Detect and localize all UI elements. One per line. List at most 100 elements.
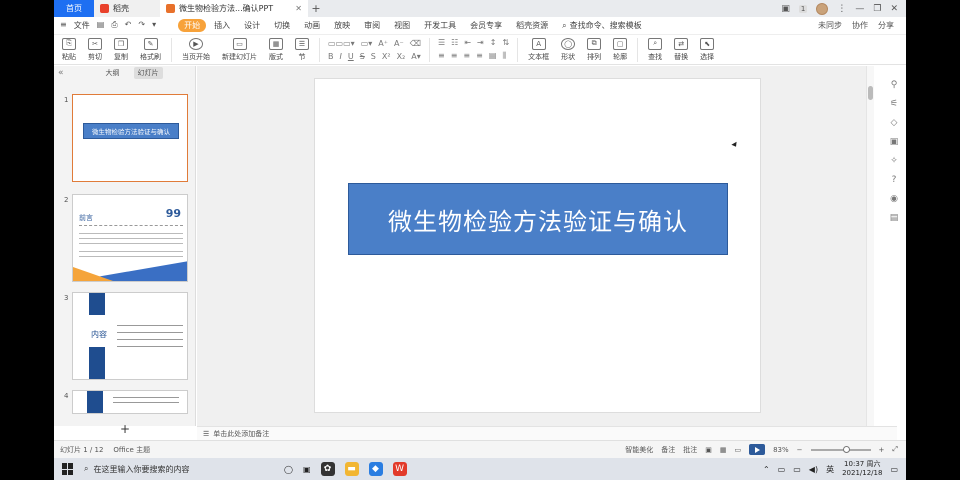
current-slide[interactable]: 微生物检验方法验证与确认 xyxy=(314,78,761,413)
bullet-list-icon[interactable]: ☰ xyxy=(438,38,445,47)
align-right-icon[interactable]: ≡ xyxy=(463,51,470,61)
dropdown-icon[interactable]: ▾ xyxy=(152,20,156,31)
slide-preview-3[interactable]: 内容 xyxy=(72,292,188,380)
indent-decrease-icon[interactable]: ⇤ xyxy=(464,38,471,47)
find-button[interactable]: ⌕ 查找 xyxy=(646,36,664,64)
menu-animations[interactable]: 动画 xyxy=(298,19,326,32)
layout-button[interactable]: ▦ 版式 xyxy=(267,36,285,64)
help-icon[interactable]: ? xyxy=(892,175,897,185)
increase-font-icon[interactable]: A⁺ xyxy=(378,39,388,48)
command-search[interactable]: ⌕ 查找命令、搜索模板 xyxy=(562,20,641,31)
restore-icon[interactable]: ❐ xyxy=(873,4,881,14)
menu-view[interactable]: 视图 xyxy=(388,19,416,32)
hamburger-icon[interactable]: ≡ xyxy=(60,20,67,31)
wps-office-icon[interactable]: W xyxy=(392,462,407,476)
save-icon[interactable]: ▤ xyxy=(97,20,105,31)
app-icon-generic[interactable]: ✿ xyxy=(320,462,335,476)
slide-preview-2[interactable]: 前言 99 xyxy=(72,194,188,282)
cut-button[interactable]: ✂ 剪切 xyxy=(86,36,104,64)
arrange-button[interactable]: ⧉ 排列 xyxy=(585,36,603,64)
superscript-icon[interactable]: X² xyxy=(382,52,391,61)
notes-bar[interactable]: ☰ 单击此处添加备注 xyxy=(197,426,897,440)
new-tab-button[interactable]: + xyxy=(308,0,324,17)
paste-button[interactable]: ⎘ 粘贴 xyxy=(60,36,78,64)
windows-start-icon[interactable] xyxy=(62,463,74,475)
slide-preview-4[interactable] xyxy=(72,390,188,414)
tab-slides[interactable]: 幻灯片 xyxy=(133,67,163,79)
zoom-level[interactable]: 83% xyxy=(773,446,789,454)
print-icon[interactable]: ⎙ xyxy=(111,20,117,31)
app-icon-blue[interactable]: ◆ xyxy=(368,462,383,476)
slide-preview-1[interactable]: 微生物检验方法验证与确认 xyxy=(72,94,188,182)
copy-button[interactable]: ❐ 复制 xyxy=(112,36,130,64)
slides-icon[interactable]: ▣ xyxy=(890,137,899,147)
slideshow-play-button[interactable] xyxy=(749,444,766,455)
comments-button[interactable]: 批注 xyxy=(683,445,697,455)
fit-window-icon[interactable]: ⤢ xyxy=(892,445,898,454)
minimize-icon[interactable]: — xyxy=(855,4,864,14)
tab-outline[interactable]: 大纲 xyxy=(102,67,124,79)
slide-editing-canvas[interactable]: 微生物检验方法验证与确认 xyxy=(197,66,874,426)
notification-center-icon[interactable]: ▭ xyxy=(890,465,898,474)
decrease-font-icon[interactable]: A⁻ xyxy=(394,39,404,48)
collaborate-button[interactable]: 协作 xyxy=(852,20,868,31)
menu-daoke-resources[interactable]: 稻壳资源 xyxy=(510,19,554,32)
text-direction-icon[interactable]: ⇅ xyxy=(502,38,509,47)
menu-home[interactable]: 开始 xyxy=(178,19,207,32)
shape-fill-icon[interactable]: ◇ xyxy=(891,118,898,128)
underline-icon[interactable]: U xyxy=(348,52,354,61)
sorter-view-icon[interactable]: ▦ xyxy=(720,446,727,454)
collapse-panel-icon[interactable]: « xyxy=(58,68,64,78)
tab-home[interactable]: 首页 xyxy=(54,0,94,17)
select-button[interactable]: ⬉ 选择 xyxy=(698,36,716,64)
bold-icon[interactable]: B xyxy=(328,52,334,61)
zoom-out-icon[interactable]: − xyxy=(797,446,803,454)
pin-icon[interactable]: ⚲ xyxy=(891,80,898,90)
section-button[interactable]: ☰ 节 xyxy=(293,36,311,64)
new-slide-button[interactable]: ▭ 新建幻灯片 xyxy=(220,36,259,64)
tray-expand-icon[interactable]: ⌃ xyxy=(763,465,770,474)
taskbar-clock[interactable]: 10:37 周六 2021/12/18 xyxy=(842,460,882,478)
user-avatar[interactable] xyxy=(816,2,829,15)
align-left-icon[interactable]: ≡ xyxy=(438,51,445,61)
file-menu[interactable]: 文件 xyxy=(74,20,90,31)
sync-status[interactable]: 未同步 xyxy=(818,20,842,31)
menu-slideshow[interactable]: 放映 xyxy=(328,19,356,32)
indent-increase-icon[interactable]: ⇥ xyxy=(477,38,484,47)
columns-icon[interactable]: ⫼ xyxy=(502,51,506,61)
menu-review[interactable]: 审阅 xyxy=(358,19,386,32)
replace-button[interactable]: ⇄ 替换 xyxy=(672,36,690,64)
add-slide-button[interactable]: + xyxy=(54,422,196,436)
play-current-button[interactable]: ▶ 当页开始 xyxy=(180,36,212,64)
strikethrough-icon[interactable]: S xyxy=(360,52,365,61)
menu-design[interactable]: 设计 xyxy=(238,19,266,32)
vertical-scrollbar[interactable] xyxy=(866,66,874,426)
subscript-icon[interactable]: X₂ xyxy=(397,52,406,61)
taskbar-search[interactable]: ⌕ 在这里输入你要搜索的内容 xyxy=(84,464,274,475)
textbox-button[interactable]: A 文本框 xyxy=(526,36,551,64)
menu-member[interactable]: 会员专享 xyxy=(464,19,508,32)
justify-icon[interactable]: ≡ xyxy=(476,51,483,61)
tab-daoke[interactable]: 稻壳 xyxy=(94,0,160,17)
more-icon[interactable]: ⋮ xyxy=(837,4,846,14)
italic-icon[interactable]: I xyxy=(340,52,342,61)
animation-icon[interactable]: ✧ xyxy=(890,156,898,166)
close-window-icon[interactable]: ✕ xyxy=(890,4,898,14)
tab-document[interactable]: 微生物检验方法...确认PPT ✕ xyxy=(160,0,308,17)
share-button[interactable]: 分享 xyxy=(878,20,894,31)
location-icon[interactable]: ◉ xyxy=(890,194,898,204)
gallery-icon[interactable]: ▤ xyxy=(890,213,899,223)
undo-icon[interactable]: ↶ xyxy=(125,20,132,31)
format-painter-button[interactable]: ✎ 格式刷 xyxy=(138,36,163,64)
shadow-icon[interactable]: S xyxy=(371,52,376,61)
numbered-list-icon[interactable]: ☷ xyxy=(451,38,458,47)
notes-button[interactable]: 备注 xyxy=(661,445,675,455)
reading-view-icon[interactable]: ▭ xyxy=(734,446,741,454)
font-family-select[interactable]: ▭▭▭▾ xyxy=(328,39,355,48)
shape-button[interactable]: ◯ 形状 xyxy=(559,36,577,64)
zoom-in-icon[interactable]: + xyxy=(879,446,885,454)
font-color-icon[interactable]: A▾ xyxy=(411,52,421,61)
network-icon[interactable]: ▭ xyxy=(778,465,786,474)
redo-icon[interactable]: ↷ xyxy=(138,20,145,31)
outline-button[interactable]: ▢ 轮廓 xyxy=(611,36,629,64)
